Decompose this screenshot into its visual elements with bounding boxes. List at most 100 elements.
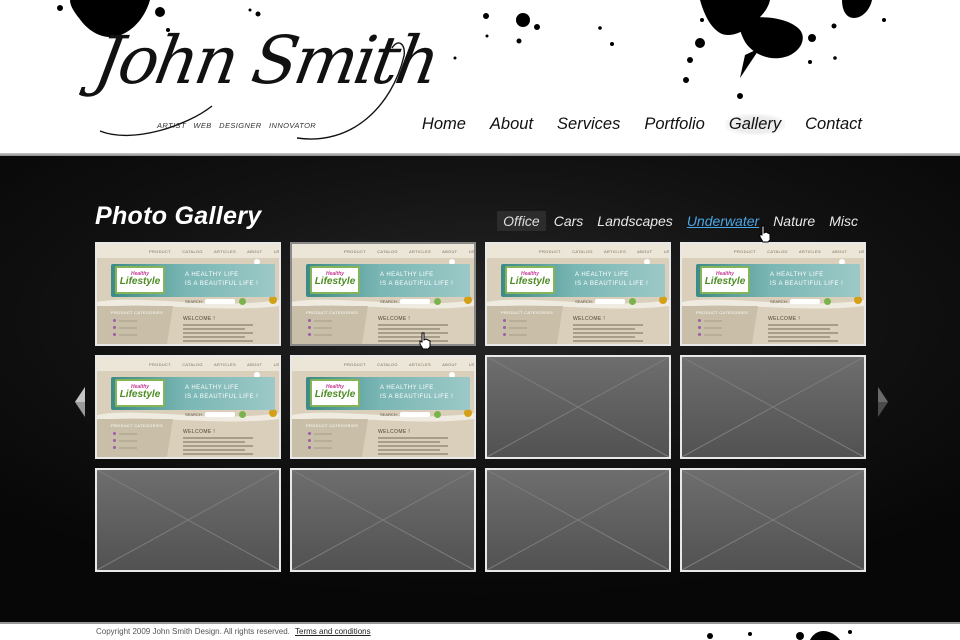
preview-headline: A HEALTHY LIFE: [185, 272, 239, 278]
preview-bullet: [113, 333, 116, 336]
preview-bullet: [308, 432, 311, 435]
preview-text-line: [768, 340, 838, 342]
nav-portfolio[interactable]: Portfolio: [640, 114, 709, 135]
preview-bullet: [503, 319, 506, 322]
preview-menu: PRODUCT CATALOG ARTICLES ABOUT US: [539, 249, 670, 254]
placeholder-cross-icon: [682, 357, 864, 457]
terms-link[interactable]: Terms and conditions: [295, 627, 371, 636]
preview-text-line: [119, 433, 137, 435]
preview-go-icon: [434, 298, 441, 305]
gallery-thumb-placeholder[interactable]: [485, 355, 671, 459]
gallery-thumb[interactable]: PRODUCT CATALOG ARTICLES ABOUT US Healthy…: [290, 242, 476, 346]
gallery-thumb[interactable]: PRODUCT CATALOG ARTICLES ABOUT US Healthy…: [290, 355, 476, 459]
preview-search-label: SEARCH:: [185, 412, 203, 417]
gallery-thumb[interactable]: PRODUCT CATALOG ARTICLES ABOUT US Healthy…: [485, 242, 671, 346]
nav-services[interactable]: Services: [553, 114, 624, 135]
preview-text-line: [378, 332, 448, 334]
gallery-thumb[interactable]: PRODUCT CATALOG ARTICLES ABOUT US Healthy…: [680, 242, 866, 346]
preview-text-line: [768, 332, 838, 334]
preview-logo: Healthy Lifestyle: [115, 379, 165, 407]
filter-cars[interactable]: Cars: [548, 211, 590, 231]
website-preview-image: PRODUCT CATALOG ARTICLES ABOUT US Healthy…: [292, 244, 474, 344]
gallery-thumb-placeholder[interactable]: [680, 468, 866, 572]
preview-bullet: [113, 432, 116, 435]
preview-logo: Healthy Lifestyle: [310, 266, 360, 294]
gallery-thumb[interactable]: PRODUCT CATALOG ARTICLES ABOUT US Healthy…: [95, 355, 281, 459]
nav-home[interactable]: Home: [418, 114, 470, 135]
nav-about[interactable]: About: [486, 114, 537, 135]
preview-bullet: [308, 326, 311, 329]
preview-search-label: SEARCH:: [770, 299, 788, 304]
preview-headline: A HEALTHY LIFE: [185, 385, 239, 391]
preview-text-line: [378, 453, 448, 455]
preview-text-line: [183, 328, 245, 330]
placeholder-cross-icon: [682, 470, 864, 570]
gallery-filter-bar: Office Cars Landscapes Underwater Nature…: [495, 211, 864, 231]
gallery-thumb[interactable]: PRODUCT CATALOG ARTICLES ABOUT US Healthy…: [95, 242, 281, 346]
preview-text-line: [378, 328, 440, 330]
filter-office[interactable]: Office: [497, 211, 546, 231]
gallery-thumb-placeholder[interactable]: [95, 468, 281, 572]
preview-text-line: [119, 440, 137, 442]
preview-headline: A HEALTHY LIFE: [380, 385, 434, 391]
filter-nature[interactable]: Nature: [767, 211, 821, 231]
logo-tagline: ARTIST WEB DESIGNER INNOVATOR: [157, 121, 317, 130]
preview-text-line: [573, 336, 635, 338]
preview-welcome: WELCOME !: [183, 316, 216, 322]
ink-splatter-decoration: [707, 630, 852, 640]
preview-bullet: [308, 439, 311, 442]
filter-underwater[interactable]: Underwater: [681, 211, 765, 231]
prev-arrow-icon[interactable]: [73, 386, 87, 418]
preview-logo: Healthy Lifestyle: [505, 266, 555, 294]
preview-headline: IS A BEAUTIFUL LIFE !: [185, 281, 259, 287]
preview-text-line: [573, 324, 643, 326]
next-arrow-icon[interactable]: [876, 386, 890, 418]
preview-search-box: [595, 299, 625, 304]
preview-welcome: WELCOME !: [183, 429, 216, 435]
website-preview-image: PRODUCT CATALOG ARTICLES ABOUT US Healthy…: [682, 244, 864, 344]
preview-search-box: [205, 412, 235, 417]
preview-text-line: [704, 327, 722, 329]
preview-logo-main: Lifestyle: [119, 276, 161, 287]
preview-text-line: [183, 453, 253, 455]
preview-category-title: PRODUCT CATEGORIES: [111, 423, 164, 428]
preview-menu: PRODUCT CATALOG ARTICLES ABOUT US: [149, 362, 280, 367]
preview-text-line: [768, 336, 830, 338]
preview-text-line: [573, 340, 643, 342]
preview-search-label: SEARCH:: [380, 299, 398, 304]
preview-welcome: WELCOME !: [768, 316, 801, 322]
preview-search-label: SEARCH:: [380, 412, 398, 417]
preview-bullet: [308, 333, 311, 336]
preview-text-line: [704, 334, 722, 336]
gallery-section: Photo Gallery Office Cars Landscapes Und…: [0, 156, 960, 622]
preview-text-line: [314, 433, 332, 435]
preview-text-line: [183, 437, 253, 439]
preview-logo-main: Lifestyle: [704, 276, 746, 287]
website-preview-image: PRODUCT CATALOG ARTICLES ABOUT US Healthy…: [97, 357, 279, 457]
nav-contact[interactable]: Contact: [801, 114, 866, 135]
preview-text-line: [704, 320, 722, 322]
preview-text-line: [768, 328, 830, 330]
preview-logo: Healthy Lifestyle: [700, 266, 750, 294]
preview-text-line: [378, 324, 448, 326]
preview-text-line: [378, 437, 448, 439]
main-nav: Home About Services Portfolio Gallery Co…: [402, 114, 866, 135]
preview-welcome: WELCOME !: [378, 429, 411, 435]
filter-landscapes[interactable]: Landscapes: [591, 211, 679, 231]
nav-gallery[interactable]: Gallery: [724, 114, 786, 135]
footer-copyright: Copyright 2009 John Smith Design. All ri…: [96, 627, 290, 636]
preview-text-line: [183, 441, 245, 443]
preview-menu: PRODUCT CATALOG ARTICLES ABOUT US: [344, 249, 475, 254]
preview-go-icon: [824, 298, 831, 305]
filter-misc[interactable]: Misc: [823, 211, 864, 231]
website-preview-image: PRODUCT CATALOG ARTICLES ABOUT US Healthy…: [487, 244, 669, 344]
preview-category-title: PRODUCT CATEGORIES: [696, 310, 749, 315]
preview-welcome: WELCOME !: [378, 316, 411, 322]
gallery-thumb-placeholder[interactable]: [290, 468, 476, 572]
gallery-thumb-placeholder[interactable]: [680, 355, 866, 459]
preview-logo: Healthy Lifestyle: [310, 379, 360, 407]
preview-headline: IS A BEAUTIFUL LIFE !: [380, 394, 454, 400]
gallery-thumb-placeholder[interactable]: [485, 468, 671, 572]
preview-category-title: PRODUCT CATEGORIES: [501, 310, 554, 315]
preview-category-title: PRODUCT CATEGORIES: [306, 423, 359, 428]
